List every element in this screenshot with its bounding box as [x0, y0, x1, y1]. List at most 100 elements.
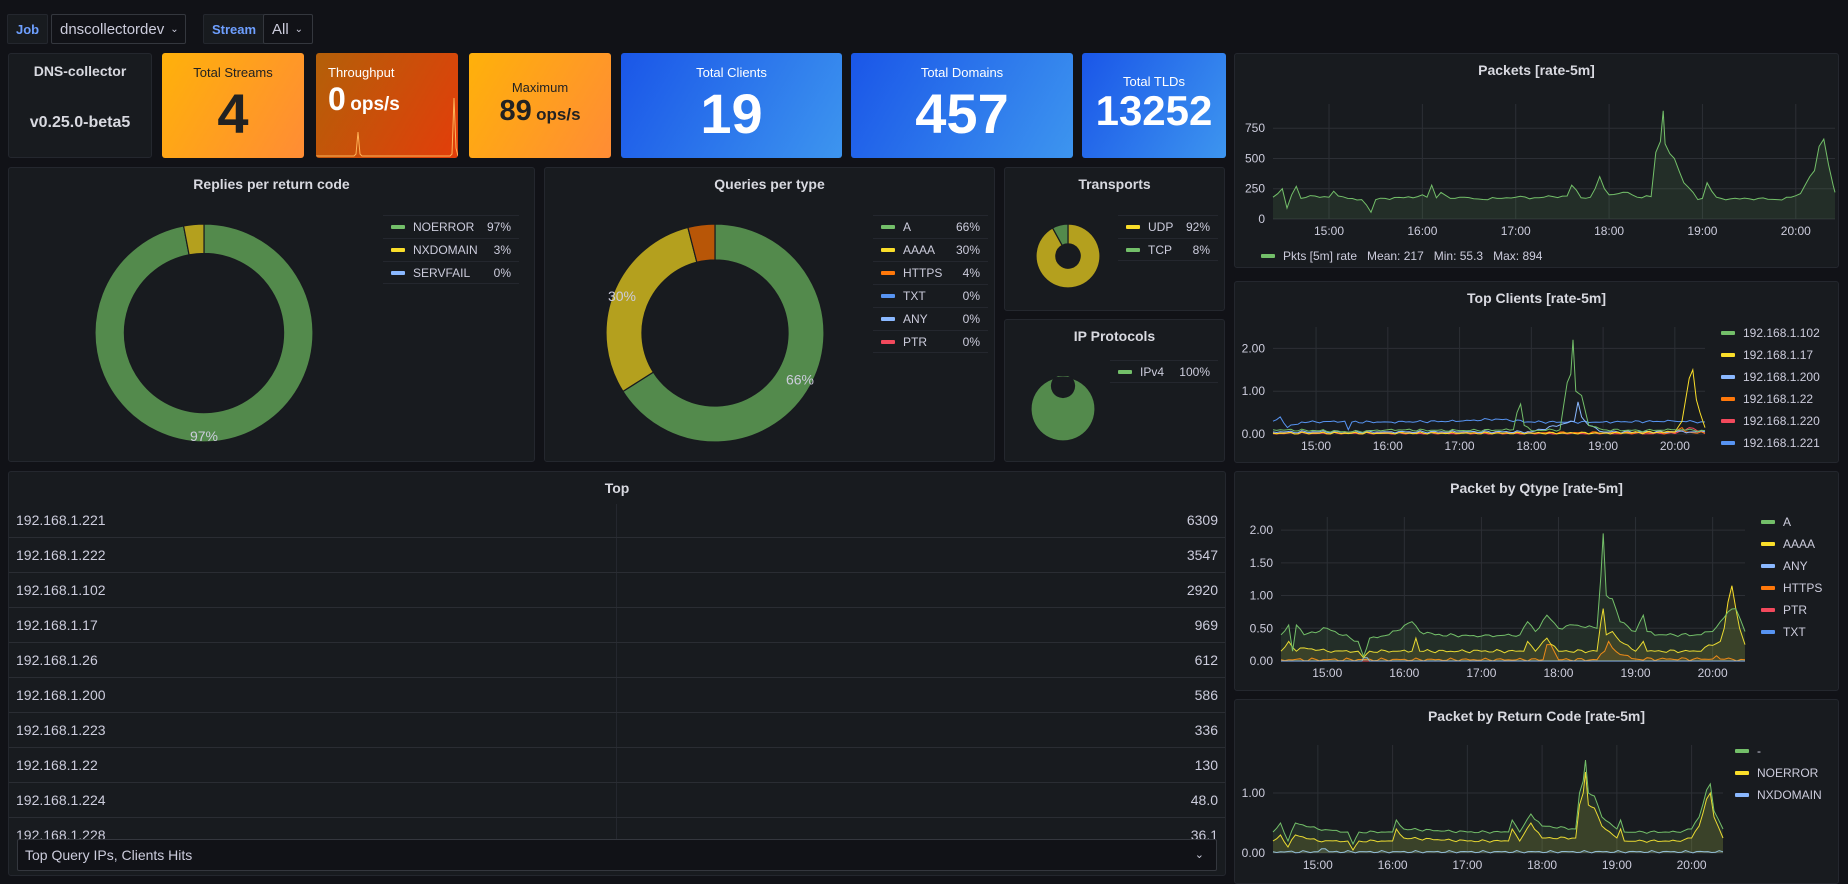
- table-row[interactable]: 192.168.1.223 336: [9, 713, 1225, 748]
- client-hits: 36.1: [1190, 827, 1218, 839]
- stream-variable-select[interactable]: All ⌄: [263, 14, 313, 44]
- legend-swatch: [881, 339, 895, 344]
- legend-item[interactable]: NOERROR: [1735, 762, 1822, 784]
- legend-name: 192.168.1.22: [1743, 392, 1814, 406]
- x-tick-label: 19:00: [1602, 858, 1632, 872]
- series-line-192-168-1-102[interactable]: [1272, 339, 1706, 433]
- legend-value: 30%: [955, 243, 980, 257]
- throughput-sparkline: [316, 98, 458, 157]
- legend-item[interactable]: A: [1761, 511, 1822, 533]
- client-hits: 48.0: [1190, 792, 1218, 808]
- table-row[interactable]: 192.168.1.102 2920: [9, 573, 1225, 608]
- x-tick-label: 18:00: [1527, 858, 1557, 872]
- table-row[interactable]: 192.168.1.200 586: [9, 678, 1225, 713]
- y-tick-label: 2.00: [1242, 341, 1266, 355]
- legend-item[interactable]: TXT 0%: [873, 284, 988, 307]
- stat-value: 19: [700, 82, 763, 145]
- legend-item[interactable]: 192.168.1.200: [1721, 366, 1820, 388]
- series-line-192-168-1-200[interactable]: [1272, 401, 1706, 434]
- legend-item[interactable]: PTR: [1761, 599, 1822, 621]
- legend-value: 0%: [962, 334, 980, 349]
- legend-value: 0%: [962, 289, 980, 303]
- top-query-select[interactable]: Top Query IPs, Clients Hits ⌄: [17, 839, 1217, 871]
- legend-swatch: [391, 248, 405, 252]
- top-table-body[interactable]: 192.168.1.221 6309 192.168.1.222 3547 192.16…: [9, 503, 1225, 839]
- table-row[interactable]: 192.168.1.22 130: [9, 748, 1225, 783]
- legend-swatch: [1761, 608, 1775, 612]
- sparkline-line: [316, 98, 458, 157]
- series-line-192-168-1-221[interactable]: [1272, 416, 1706, 431]
- legend-item[interactable]: NOERROR 97%: [383, 215, 519, 238]
- series-line-192-168-1-17[interactable]: [1272, 367, 1706, 435]
- legend-item[interactable]: UDP 92%: [1118, 215, 1218, 238]
- legend-item[interactable]: AAAA 30%: [873, 238, 988, 261]
- legend-name: NOERROR: [413, 220, 475, 234]
- legend-name: PTR: [903, 334, 927, 349]
- ip-protocols-panel: IP Protocols IPv4 100%: [1004, 319, 1225, 462]
- legend-item[interactable]: 192.168.1.220: [1721, 410, 1820, 432]
- total-domains-stat: Total Domains 457: [851, 53, 1073, 158]
- ip-protocols-legend: IPv4 100%: [1110, 360, 1218, 383]
- stat-title: Throughput: [328, 65, 395, 80]
- legend-item[interactable]: 192.168.1.221: [1721, 432, 1820, 454]
- legend-item[interactable]: HTTPS: [1761, 577, 1822, 599]
- legend-item[interactable]: ANY: [1761, 555, 1822, 577]
- client-hits: 969: [1194, 617, 1218, 633]
- legend-item[interactable]: NXDOMAIN: [1735, 784, 1822, 806]
- stat-value: 13252: [1095, 87, 1213, 134]
- table-row[interactable]: 192.168.1.222 3547: [9, 538, 1225, 573]
- legend-name: 192.168.1.220: [1743, 414, 1820, 428]
- job-variable-select[interactable]: dnscollectordev ⌄: [51, 14, 186, 44]
- series-area: [1273, 760, 1723, 853]
- panel-title: Transports: [1078, 176, 1151, 192]
- legend-item[interactable]: AAAA: [1761, 533, 1822, 555]
- legend-item[interactable]: HTTPS 4%: [873, 261, 988, 284]
- packet-by-rcode-panel: Packet by Return Code [rate-5m] 0.00 1.00…: [1234, 699, 1839, 884]
- legend-item[interactable]: NXDOMAIN 3%: [383, 238, 519, 261]
- legend-item[interactable]: TCP 8%: [1118, 238, 1218, 261]
- client-hits: 612: [1194, 652, 1218, 668]
- legend-swatch: [1721, 375, 1735, 379]
- legend-item[interactable]: -: [1735, 740, 1822, 762]
- stat-title: Maximum: [511, 80, 569, 95]
- top-clients-panel: Top Clients [rate-5m] 0.00 1.00 2.00 15:00 1…: [1234, 281, 1839, 463]
- legend-name: A: [1783, 515, 1792, 529]
- client-hits: 336: [1194, 722, 1218, 738]
- legend-item[interactable]: A 66%: [873, 215, 988, 238]
- legend-item[interactable]: 192.168.1.102: [1721, 322, 1820, 344]
- table-row[interactable]: 192.168.1.224 48.0: [9, 783, 1225, 818]
- legend-item[interactable]: IPv4 100%: [1110, 360, 1218, 383]
- table-row[interactable]: 192.168.1.221 6309: [9, 503, 1225, 538]
- table-row[interactable]: 192.168.1.17 969: [9, 608, 1225, 643]
- series-line-pkts--5m--rate[interactable]: [1272, 110, 1836, 214]
- legend-item[interactable]: SERVFAIL 0%: [383, 261, 519, 284]
- legend-item[interactable]: 192.168.1.22: [1721, 388, 1820, 410]
- x-tick-label: 20:00: [1698, 666, 1728, 680]
- legend-item[interactable]: ANY 0%: [873, 307, 988, 330]
- client-ip: 192.168.1.222: [16, 547, 106, 563]
- table-row[interactable]: 192.168.1.228 36.1: [9, 818, 1225, 839]
- legend-item[interactable]: PTR 0%: [873, 330, 988, 353]
- stat-title: Total Domains: [920, 65, 1004, 80]
- table-row[interactable]: 192.168.1.26 612: [9, 643, 1225, 678]
- total-tlds-stat: Total TLDs 13252: [1082, 53, 1226, 158]
- legend-swatch: [1721, 331, 1735, 335]
- legend-item[interactable]: Pkts [5m] rate Mean: 217 Min: 55.3 Max: …: [1261, 245, 1542, 267]
- packets-timeseries: 0 250 500 750 15:00 16:00 17:00 18:00 19:00 20:00: [1245, 104, 1836, 238]
- legend-item[interactable]: 192.168.1.17: [1721, 344, 1820, 366]
- series-line--[interactable]: [1272, 759, 1724, 846]
- transports-donut-chart: [1035, 223, 1101, 289]
- x-tick-label: 17:00: [1466, 666, 1496, 680]
- x-tick-label: 15:00: [1314, 224, 1344, 238]
- pie-slice-noerror[interactable]: [94, 223, 314, 443]
- legend-name: 192.168.1.102: [1743, 326, 1820, 340]
- legend-value: 97%: [486, 220, 511, 234]
- client-ip: 192.168.1.221: [16, 512, 106, 528]
- series-area: [1273, 110, 1835, 219]
- x-tick-label: 19:00: [1588, 439, 1618, 453]
- x-tick-label: 16:00: [1389, 666, 1419, 680]
- pie-slice-aaaa[interactable]: [605, 226, 698, 393]
- legend-swatch: [881, 225, 895, 229]
- pie-slice-ipv4[interactable]: [1030, 376, 1096, 442]
- legend-item[interactable]: TXT: [1761, 621, 1822, 643]
